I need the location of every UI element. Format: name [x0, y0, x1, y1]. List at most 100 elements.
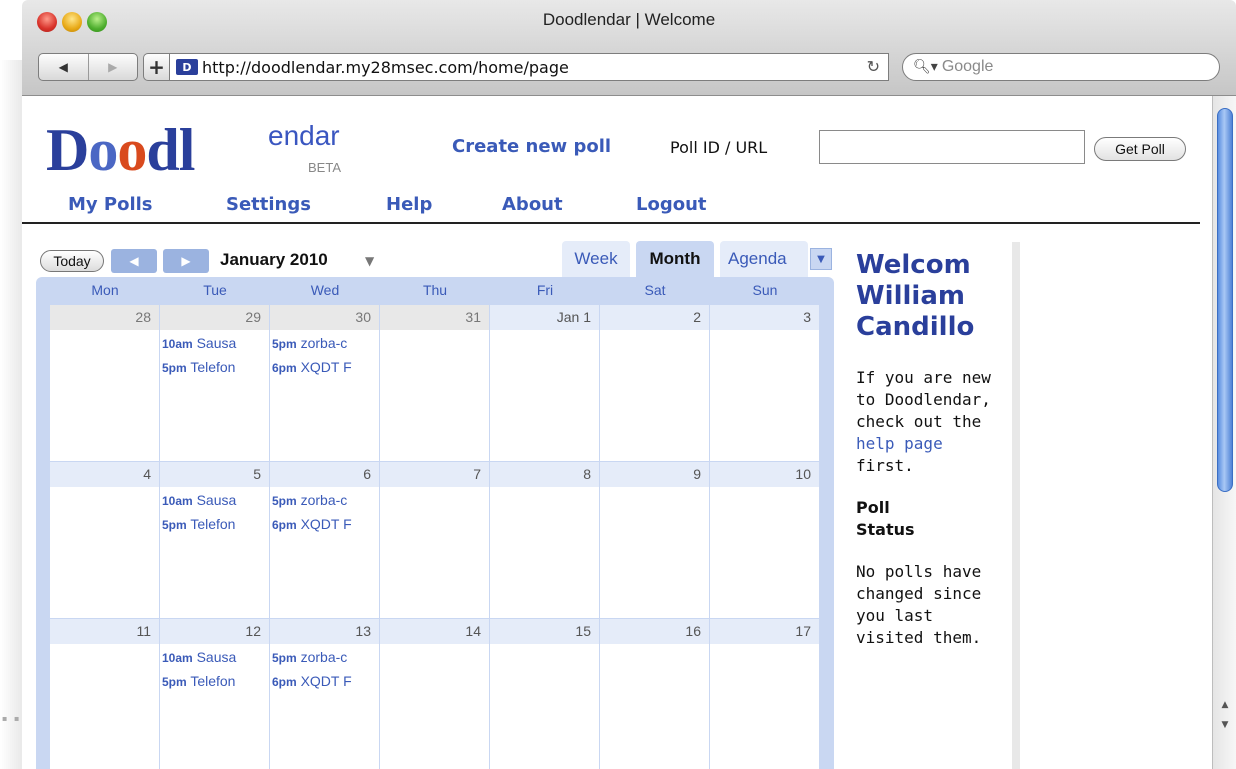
get-poll-button[interactable]: Get Poll: [1094, 137, 1186, 161]
logo-small-text: endar: [268, 120, 340, 151]
day-cell[interactable]: 4: [50, 462, 160, 619]
day-cell[interactable]: 6 5pm zorba-c 6pm XQDT F: [270, 462, 380, 619]
calendar-event[interactable]: 10am Sausa: [162, 649, 268, 669]
day-cell[interactable]: 5 10am Sausa 5pm Telefon: [160, 462, 270, 619]
event-title: XQDT F: [300, 673, 352, 689]
event-title: XQDT F: [300, 516, 352, 532]
day-cell[interactable]: 14: [380, 619, 490, 769]
month-calendar: Mon Tue Wed Thu Fri Sat Sun 28 29 10am Sausa 5pm …: [36, 277, 834, 769]
day-cell[interactable]: 16: [600, 619, 710, 769]
day-cell[interactable]: 13 5pm zorba-c 6pm XQDT F: [270, 619, 380, 769]
day-number: 29: [160, 305, 269, 330]
add-bookmark-button[interactable]: +: [143, 53, 169, 81]
day-cell[interactable]: 29 10am Sausa 5pm Telefon: [160, 305, 270, 462]
calendar-event[interactable]: 5pm zorba-c: [272, 492, 378, 512]
prev-month-button[interactable]: ◀: [111, 249, 157, 273]
calendar-event[interactable]: 5pm Telefon: [162, 516, 268, 536]
calendar-event[interactable]: 10am Sausa: [162, 335, 268, 355]
intro-text: If you are new to Doodlendar, check out …: [856, 368, 991, 431]
day-cell[interactable]: 15: [490, 619, 600, 769]
search-icon: 🔍︎▾: [913, 59, 938, 75]
event-title: zorba-c: [300, 335, 348, 351]
day-cell[interactable]: 28: [50, 305, 160, 462]
main-nav: My Polls Settings Help About Logout: [22, 192, 1200, 224]
day-cell[interactable]: 17: [710, 619, 820, 769]
event-title: Sausa: [196, 335, 237, 351]
nav-my-polls[interactable]: My Polls: [68, 194, 153, 215]
welcome-intro: If you are new to Doodlendar, check out …: [856, 367, 996, 477]
back-arrow-icon[interactable]: ◀: [39, 54, 88, 80]
site-favicon-icon: D: [176, 59, 198, 75]
window-title: Doodlendar | Welcome: [542, 10, 716, 29]
next-month-button[interactable]: ▶: [163, 249, 209, 273]
calendar-grid: 28 29 10am Sausa 5pm Telefon 30 5pm zorba-c 6p…: [50, 305, 820, 769]
day-number: 4: [50, 462, 159, 487]
day-cell[interactable]: 9: [600, 462, 710, 619]
day-number: 30: [270, 305, 379, 330]
vertical-scrollbar[interactable]: ▲ ▼: [1212, 96, 1236, 769]
scroll-up-arrow-icon[interactable]: ▲: [1219, 700, 1231, 710]
day-cell[interactable]: 30 5pm zorba-c 6pm XQDT F: [270, 305, 380, 462]
event-time: 6pm: [272, 518, 297, 532]
search-placeholder: Google: [941, 58, 994, 75]
window-shadow: [0, 60, 22, 769]
day-cell[interactable]: 2: [600, 305, 710, 462]
scroll-down-arrow-icon[interactable]: ▼: [1219, 720, 1231, 730]
calendar-event[interactable]: 5pm Telefon: [162, 359, 268, 379]
address-bar[interactable]: D http://doodlendar.my28msec.com/home/pa…: [169, 53, 889, 81]
day-cell[interactable]: 10: [710, 462, 820, 619]
nav-about[interactable]: About: [502, 194, 563, 215]
calendar-event[interactable]: 6pm XQDT F: [272, 673, 378, 693]
day-number: 5: [160, 462, 269, 487]
tab-week[interactable]: Week: [562, 241, 630, 277]
day-header-5: Sat: [644, 282, 666, 298]
welcome-heading: Welcom William Candillo: [856, 250, 1012, 343]
nav-settings[interactable]: Settings: [226, 194, 311, 215]
event-title: zorba-c: [300, 492, 348, 508]
day-cell[interactable]: Jan 1: [490, 305, 600, 462]
scrollbar-thumb[interactable]: [1217, 108, 1233, 492]
day-cell[interactable]: 31: [380, 305, 490, 462]
forward-arrow-icon[interactable]: ▶: [87, 54, 138, 80]
event-time: 10am: [162, 651, 193, 665]
day-cell[interactable]: 11: [50, 619, 160, 769]
nav-help[interactable]: Help: [386, 194, 432, 215]
week-row: 28 29 10am Sausa 5pm Telefon 30 5pm zorba-c 6p…: [50, 305, 820, 462]
calendar-event[interactable]: 6pm XQDT F: [272, 516, 378, 536]
day-cell[interactable]: 12 10am Sausa 5pm Telefon: [160, 619, 270, 769]
day-cell[interactable]: 3: [710, 305, 820, 462]
week-row: 4 5 10am Sausa 5pm Telefon 6 5pm zorba-c 6pm X…: [50, 462, 820, 619]
view-menu-chevron-down-icon[interactable]: ▼: [810, 248, 832, 270]
search-field[interactable]: 🔍︎▾ Google: [902, 53, 1220, 81]
create-new-poll-link[interactable]: Create new poll: [452, 136, 611, 157]
event-time: 6pm: [272, 675, 297, 689]
event-time: 5pm: [272, 494, 297, 508]
calendar-event[interactable]: 10am Sausa: [162, 492, 268, 512]
poll-id-input[interactable]: [819, 130, 1085, 164]
event-time: 5pm: [162, 675, 187, 689]
event-time: 10am: [162, 337, 193, 351]
today-button[interactable]: Today: [40, 250, 104, 272]
day-number: 10: [710, 462, 819, 487]
day-number: 9: [600, 462, 709, 487]
tab-agenda[interactable]: Agenda: [720, 241, 808, 277]
calendar-event[interactable]: 6pm XQDT F: [272, 359, 378, 379]
calendar-event[interactable]: 5pm zorba-c: [272, 335, 378, 355]
help-page-link[interactable]: help page: [856, 434, 943, 453]
url-text[interactable]: http://doodlendar.my28msec.com/home/page: [202, 58, 569, 77]
event-title: Sausa: [196, 492, 237, 508]
reload-icon[interactable]: ↻: [867, 57, 880, 76]
background-dots: ▪ ▪: [2, 714, 22, 723]
day-number: 6: [270, 462, 379, 487]
month-dropdown-caret-icon[interactable]: ▼: [365, 254, 374, 268]
day-cell[interactable]: 8: [490, 462, 600, 619]
welcome-heading-line: Welcom: [856, 250, 971, 280]
day-number: 28: [50, 305, 159, 330]
day-cell[interactable]: 7: [380, 462, 490, 619]
tab-month[interactable]: Month: [636, 241, 714, 277]
calendar-event[interactable]: 5pm zorba-c: [272, 649, 378, 669]
week-row: 11 12 10am Sausa 5pm Telefon 13 5pm zorba-c 6p…: [50, 619, 820, 769]
calendar-event[interactable]: 5pm Telefon: [162, 673, 268, 693]
welcome-panel: Welcom William Candillo If you are new t…: [842, 242, 1020, 769]
nav-logout[interactable]: Logout: [636, 194, 707, 215]
